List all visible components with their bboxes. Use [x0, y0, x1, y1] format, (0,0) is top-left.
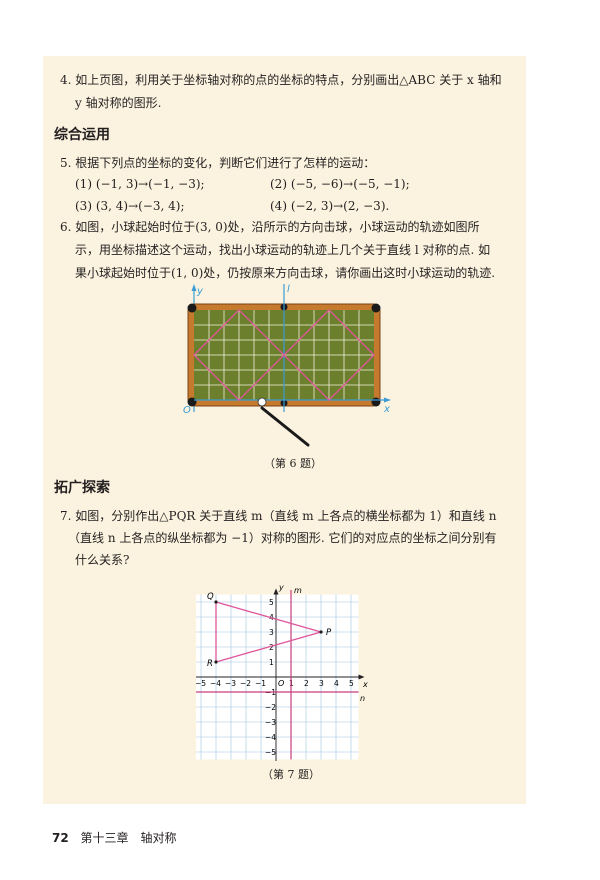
y-axis-label: y — [196, 286, 204, 297]
x-tick-label: 3 — [319, 679, 324, 688]
y-tick-label: −2 — [265, 703, 276, 712]
line-m-label: m — [294, 586, 302, 595]
exercise-5-item-3: (3) (3, 4)→(−3, 4); — [75, 199, 185, 213]
origin-label: O — [183, 405, 191, 416]
figure-6-caption: （第 6 题） — [264, 457, 322, 470]
y-axis-arrow — [191, 284, 197, 291]
exercise-5-item-4: (4) (−2, 3)→(2, −3). — [270, 199, 390, 213]
point-p — [319, 630, 323, 634]
point-r — [214, 660, 218, 664]
y-tick-label: 1 — [269, 658, 274, 667]
y-axis-label: y — [278, 583, 284, 592]
exercise-7-line-2: （直线 n 上各点的纵坐标都为 −1）对称的图形. 它们的对应点的坐标之间分别有 — [68, 531, 497, 545]
x-tick-label: −2 — [240, 679, 251, 688]
exercise-5-item-2: (2) (−5, −6)→(−5, −1); — [270, 177, 410, 191]
exercise-4-line-1: 4. 如上页图，利用关于坐标轴对称的点的坐标的特点，分别画出△ABC 关于 x … — [60, 73, 502, 87]
point-p-label: P — [326, 628, 332, 638]
exercise-6-line-3: 果小球起始时位于(1, 0)处，仍按原来方向击球，请你画出这时小球运动的轨迹. — [75, 266, 496, 280]
x-tick-label: −3 — [225, 679, 236, 688]
x-tick-label: 2 — [304, 679, 309, 688]
x-axis-arrow — [384, 397, 391, 403]
exercise-7-line-3: 什么关系? — [75, 553, 130, 567]
y-tick-label: 5 — [269, 598, 274, 607]
y-axis-arrow — [273, 588, 279, 595]
line-l-label: l — [287, 284, 290, 295]
exercise-4-line-2: y 轴对称的图形. — [75, 96, 162, 110]
exercise-6-line-1: 6. 如图，小球起始时位于(3, 0)处，沿所示的方向击球，小球运动的轨迹如图所 — [60, 220, 480, 234]
y-tick-label: −4 — [265, 733, 276, 742]
x-axis-arrow — [358, 674, 365, 680]
section-heading-extension: 拓广探索 — [54, 480, 110, 496]
ball — [257, 397, 267, 407]
exercise-6-line-2: 示，用坐标描述这个运动，找出小球运动的轨迹上几个关于直线 l 对称的点. 如 — [75, 243, 491, 257]
figure-7-caption: （第 7 题） — [262, 768, 320, 781]
coordinate-graph-figure: xyO−5−4−3−2−11234554321−1−2−3−4−5mnPQR — [196, 583, 368, 761]
exercise-7-line-1: 7. 如图，分别作出△PQR 关于直线 m（直线 m 上各点的横坐标都为 1）和… — [60, 509, 497, 523]
exercise-5-intro: 5. 根据下列点的坐标的变化，判断它们进行了怎样的运动： — [60, 156, 376, 170]
exercise-5-item-1: (1) (−1, 3)→(−1, −3); — [75, 177, 205, 191]
x-tick-label: −4 — [210, 679, 221, 688]
x-tick-label: 5 — [349, 679, 354, 688]
billiard-table-figure: y l x O — [183, 284, 391, 447]
origin-label: O — [278, 679, 284, 688]
x-tick-label: 4 — [334, 679, 339, 688]
cue-stick — [260, 406, 310, 447]
y-tick-label: 3 — [269, 628, 274, 637]
y-tick-label: −5 — [265, 748, 276, 757]
x-tick-label: −5 — [196, 679, 206, 688]
section-heading-comprehensive: 综合运用 — [54, 127, 110, 143]
point-q — [214, 600, 218, 604]
point-r-label: R — [207, 659, 213, 669]
chapter-title: 第十三章 轴对称 — [80, 831, 177, 845]
x-axis-label: x — [362, 680, 368, 689]
point-q-label: Q — [207, 592, 214, 602]
line-n-label: n — [360, 694, 365, 703]
x-tick-label: −1 — [255, 679, 266, 688]
x-axis-label: x — [383, 404, 390, 415]
y-tick-label: 2 — [269, 643, 274, 652]
page-footer: 72 第十三章 轴对称 — [52, 829, 177, 846]
y-tick-label: −3 — [265, 718, 276, 727]
page-number: 72 — [52, 831, 69, 845]
